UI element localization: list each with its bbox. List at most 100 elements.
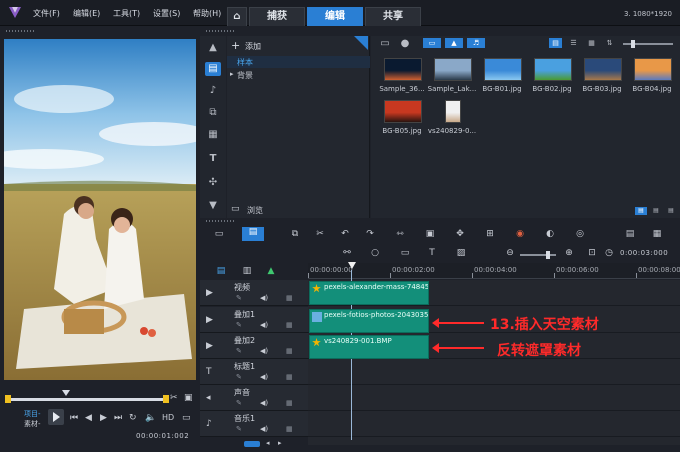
list-view-icon[interactable]: ☰ [567,38,580,48]
clip-overlay-2[interactable]: vs240829-001.BMP [309,335,429,359]
add-folder-icon[interactable]: + [231,39,240,52]
edit-icon[interactable]: ✎ [236,294,242,302]
panel-option-icon[interactable]: ▤ [650,207,662,215]
track-manager-icon[interactable]: ▤ [214,266,228,276]
undo-icon[interactable]: ↶ [338,229,352,239]
media-thumbnail[interactable] [634,58,672,81]
media-icon[interactable]: ▤ [205,62,221,76]
tab-edit[interactable]: 编辑 [307,7,363,26]
tab-share[interactable]: 共享 [365,7,421,26]
instant-project-icon[interactable]: ♪ [205,84,221,98]
grid-view-icon[interactable]: ▦ [585,38,598,48]
collapse-up-icon[interactable]: ▲ [205,41,221,55]
split-screen-icon[interactable]: ⊞ [483,229,497,239]
menu-settings[interactable]: 设置(S) [153,8,180,19]
frame-icon[interactable]: ▭ [398,248,412,258]
track-toggle-icon[interactable]: ▦ [286,399,293,407]
sort-icon[interactable]: ⇅ [603,38,616,48]
track-toggle-icon[interactable]: ▦ [286,373,293,381]
trim-end-marker[interactable] [163,395,169,403]
go-to-start-icon[interactable]: ⏮ [70,413,78,423]
show-image-icon[interactable]: ▲ [445,38,463,48]
timeline-ruler[interactable]: 00:00:00:00 00:00:02:00 00:00:04:00 00:00:0… [308,263,680,279]
zoom-in-icon[interactable]: ⊕ [562,248,576,258]
menu-tools[interactable]: 工具(T) [113,8,140,19]
clip-overlay-1[interactable]: pexels-fotios-photos-2043035.jpg [309,309,429,333]
cut-icon[interactable]: ✂ [313,229,327,239]
ripple-icon[interactable]: ▲ [264,266,278,276]
track-header[interactable]: T 标题1 ✎ ◀) ▦ [200,359,308,385]
show-video-icon[interactable]: ▭ [423,38,441,48]
track-lane[interactable] [308,385,680,411]
repeat-icon[interactable]: ↻ [129,413,137,423]
media-thumbnail[interactable] [434,58,472,81]
media-thumbnail[interactable] [534,58,572,81]
media-thumbnail[interactable] [484,58,522,81]
edit-icon[interactable]: ✎ [236,425,242,433]
go-to-end-icon[interactable]: ⏭ [114,413,122,423]
storyboard-view-icon[interactable]: ▭ [212,229,226,239]
add-folder-button[interactable]: 添加 [245,41,261,52]
fullscreen-icon[interactable]: ▭ [182,413,191,423]
scrubber-track[interactable] [5,395,169,403]
next-frame-icon[interactable]: ▶ [100,413,107,423]
hd-toggle[interactable]: HD [162,413,174,423]
track-toggle-icon[interactable]: ▦ [286,425,293,433]
track-header[interactable]: ◂ 声音 ✎ ◀) ▦ [200,385,308,411]
text-icon[interactable]: T [205,152,221,166]
speaker-icon[interactable]: ◀) [260,321,268,329]
subtitle-icon[interactable]: ▤ [623,229,637,239]
tab-home[interactable]: ⌂ [227,7,247,26]
import-folder-icon[interactable]: ▭ [377,37,393,51]
record-icon[interactable]: ● [397,37,413,51]
scroll-right-icon[interactable]: ▸ [278,439,282,447]
slider-handle[interactable] [546,251,550,259]
track-toggle-icon[interactable]: ▦ [286,347,293,355]
scroll-left-icon[interactable]: ◂ [266,439,270,447]
horizontal-scrollbar[interactable] [244,441,260,447]
lasso-icon[interactable]: ○ [368,248,382,258]
copy-icon[interactable]: ⧉ [288,229,302,239]
track-header[interactable]: ▶ 视频 ✎ ◀) ▦ [200,280,308,306]
panel-option-icon[interactable]: ▤ [635,207,647,215]
redo-icon[interactable]: ↷ [363,229,377,239]
move-icon[interactable]: ✥ [453,229,467,239]
track-lane[interactable] [308,411,680,437]
track-header[interactable]: ♪ 音乐1 ✎ ◀) ▦ [200,411,308,437]
timeline-timecode[interactable]: 0:00:03:000 [620,249,668,257]
speaker-icon[interactable]: ◀) [260,425,268,433]
media-thumbnail[interactable] [384,100,422,123]
edit-icon[interactable]: ✎ [236,347,242,355]
clip-video[interactable]: pexels-alexander-mass-7484538 [309,281,429,305]
track-lane[interactable] [308,359,680,385]
timeline-view-icon[interactable]: ▤ [242,227,264,241]
menu-help[interactable]: 帮助(H) [193,8,221,19]
media-thumbnail[interactable] [384,58,422,81]
show-audio-icon[interactable]: ♬ [467,38,485,48]
mask-icon[interactable]: ◐ [543,229,557,239]
track-header[interactable]: ▶ 叠加1 ✎ ◀) ▦ [200,307,308,333]
project-mode-label[interactable]: 项目- [24,409,41,419]
trim-start-marker[interactable] [5,395,11,403]
speaker-icon[interactable]: ◀) [260,294,268,302]
volume-icon[interactable]: 🔈 [145,413,156,423]
title-tool-icon[interactable]: T [425,248,439,258]
speaker-icon[interactable]: ◀) [260,399,268,407]
playhead-marker[interactable] [62,390,70,396]
filter-icon[interactable]: ✣ [205,176,221,190]
snapshot-icon[interactable]: ▣ [184,393,193,403]
transition-icon[interactable]: ⧉ [205,106,221,120]
split-icon[interactable]: ✂ [170,393,178,403]
color-icon[interactable]: ◎ [573,229,587,239]
zoom-out-icon[interactable]: ⊖ [503,248,517,258]
speaker-icon[interactable]: ◀) [260,347,268,355]
chapter-icon[interactable]: ▨ [454,248,468,258]
fit-icon[interactable]: ⇿ [393,229,407,239]
tab-capture[interactable]: 捕获 [249,7,305,26]
slider-handle[interactable] [631,40,635,48]
fit-project-icon[interactable]: ⊡ [585,248,599,258]
crop-icon[interactable]: ▣ [423,229,437,239]
motion-icon[interactable]: ◉ [513,229,527,239]
folder-item-background[interactable]: ▸ 背景 [227,69,370,81]
zoom-slider[interactable] [520,251,556,259]
